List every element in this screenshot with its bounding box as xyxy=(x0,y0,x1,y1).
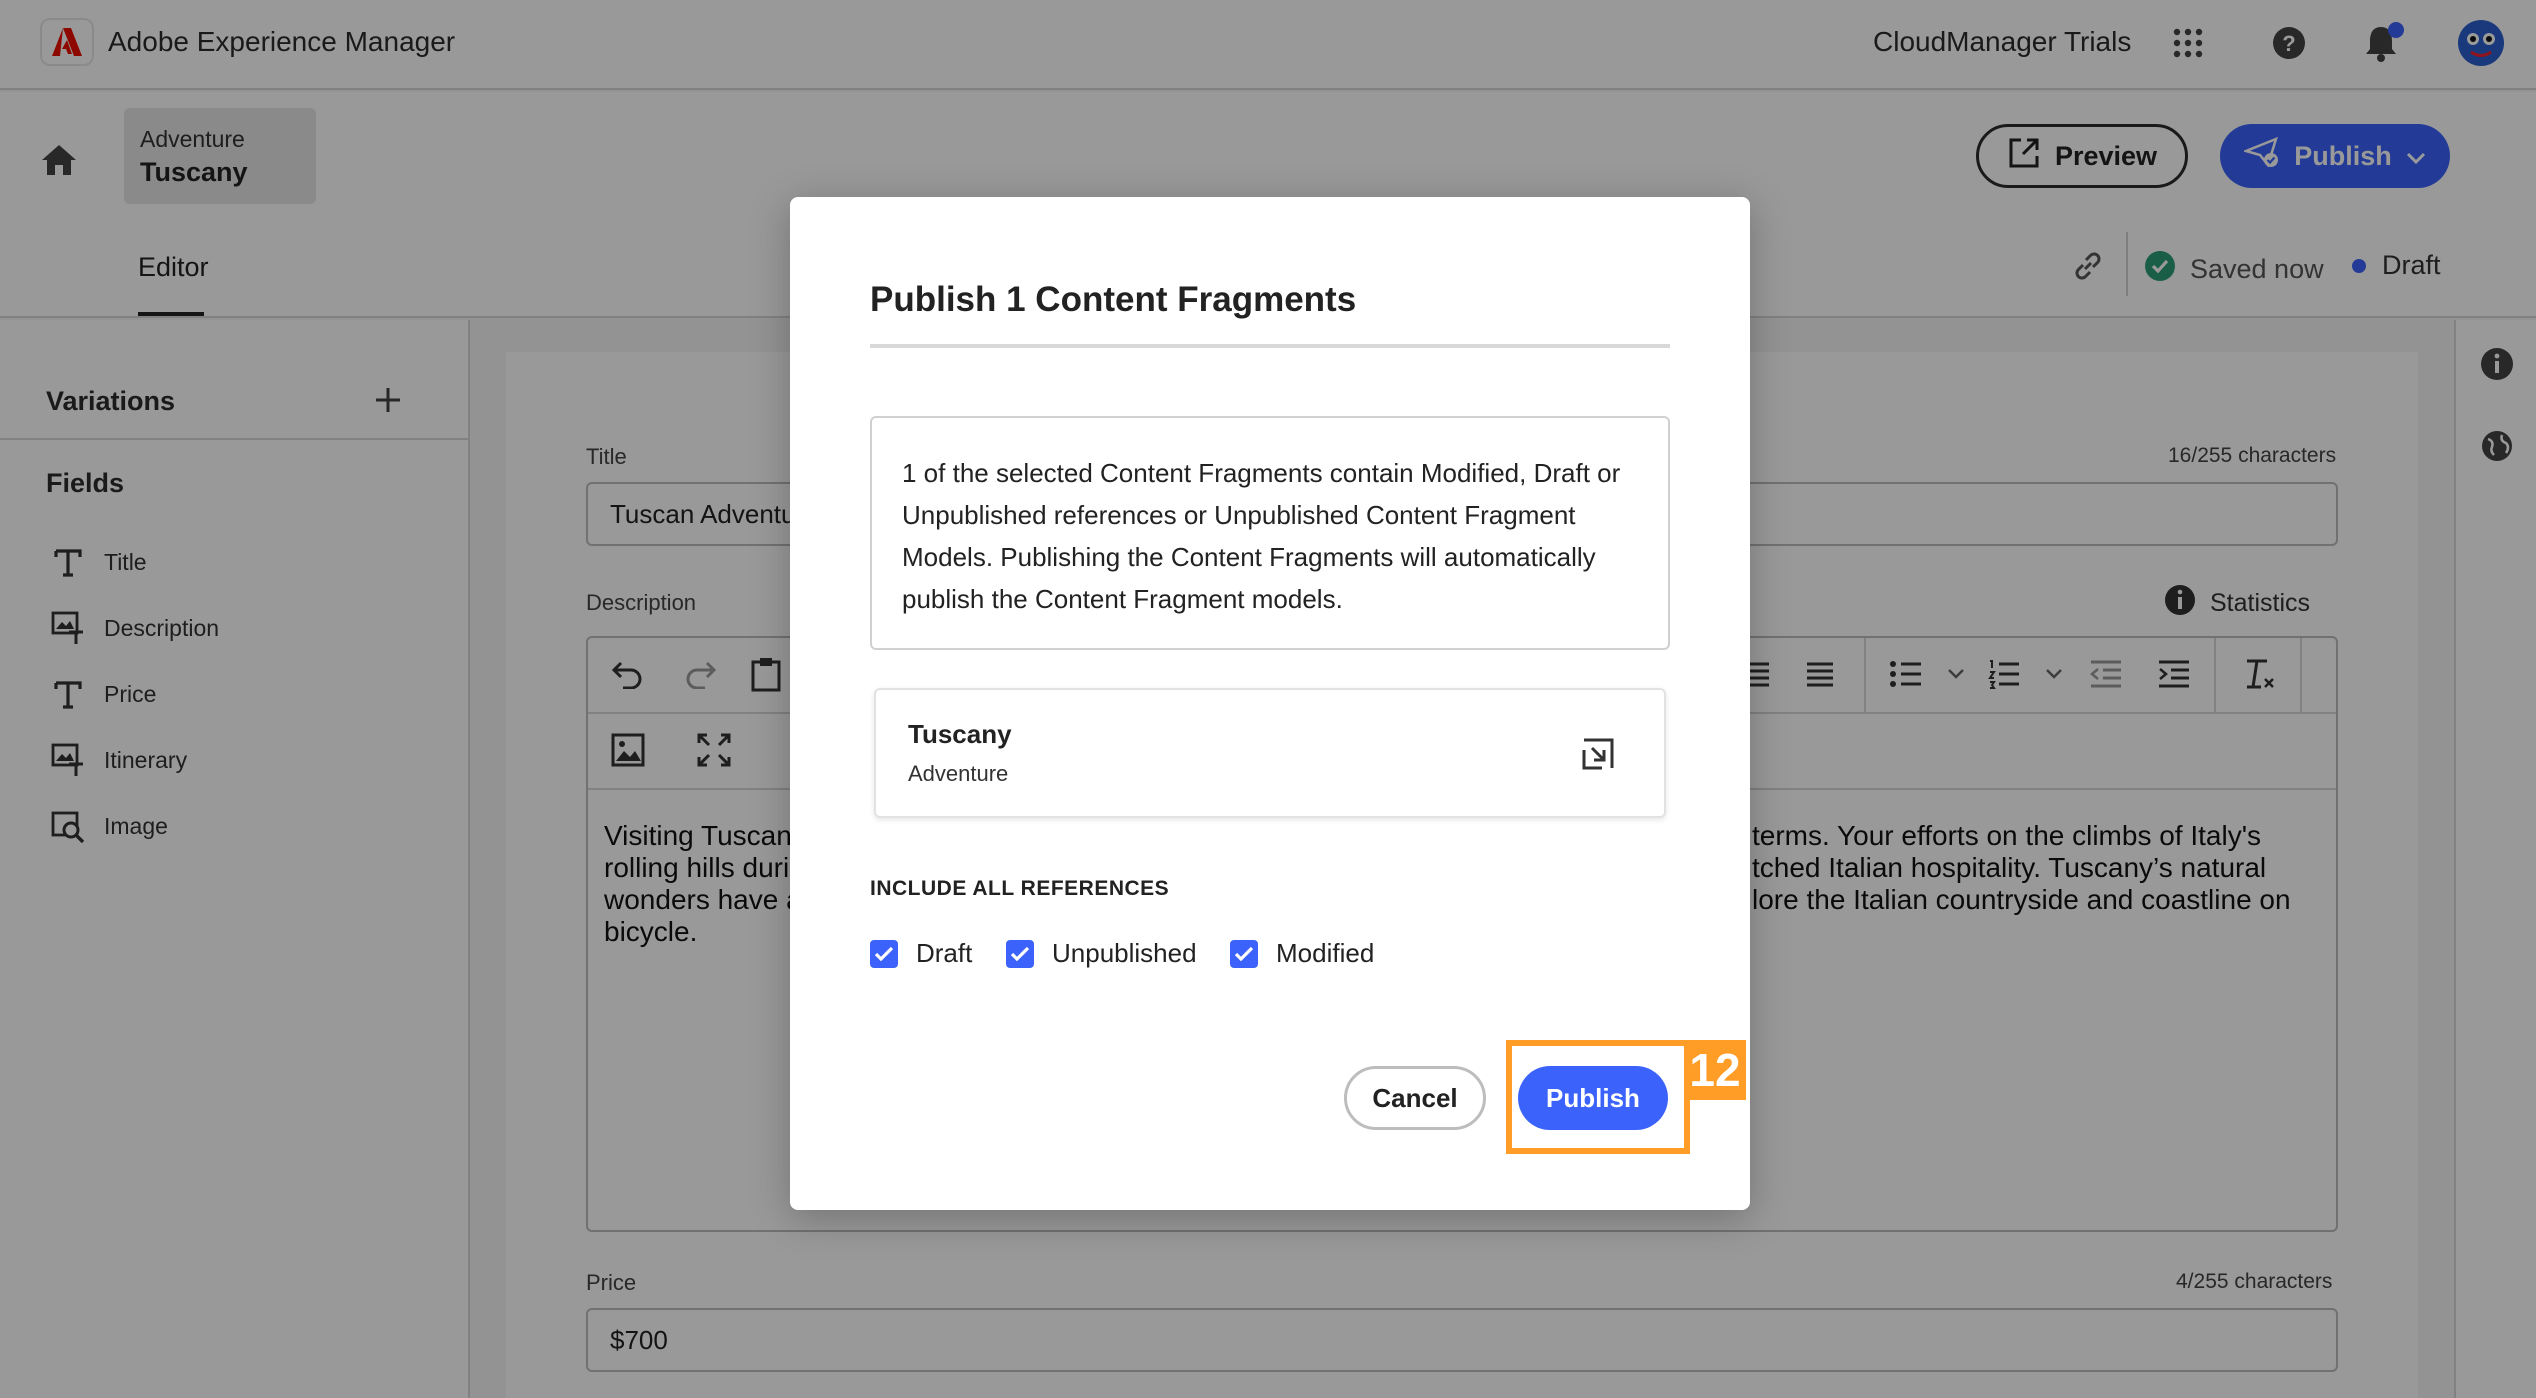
checkbox-draft[interactable]: Draft xyxy=(870,938,972,969)
fragment-card xyxy=(874,688,1666,818)
checkbox-checked-icon xyxy=(870,939,898,968)
fragment-model: Adventure xyxy=(908,761,1009,786)
checkbox-label: Unpublished xyxy=(1052,938,1197,968)
step-highlight xyxy=(1506,1040,1690,1154)
dialog-divider xyxy=(870,344,1670,348)
checkbox-label: Draft xyxy=(916,938,973,968)
step-number-badge: 12 xyxy=(1684,1040,1746,1100)
include-references-heading: INCLUDE ALL REFERENCES xyxy=(870,877,1170,900)
dialog-title: Publish 1 Content Fragments xyxy=(870,280,1357,319)
checkbox-checked-icon xyxy=(1006,939,1034,968)
fragment-title: Tuscany xyxy=(908,719,1012,749)
checkbox-modified[interactable]: Modified xyxy=(1230,938,1374,969)
checkbox-checked-icon xyxy=(1230,939,1258,968)
open-in-new-icon[interactable] xyxy=(1576,732,1620,776)
cancel-button[interactable]: Cancel xyxy=(1344,1066,1486,1130)
checkbox-unpublished[interactable]: Unpublished xyxy=(1006,938,1197,969)
checkbox-label: Modified xyxy=(1276,938,1375,968)
dialog-message: 1 of the selected Content Fragments cont… xyxy=(870,416,1670,650)
